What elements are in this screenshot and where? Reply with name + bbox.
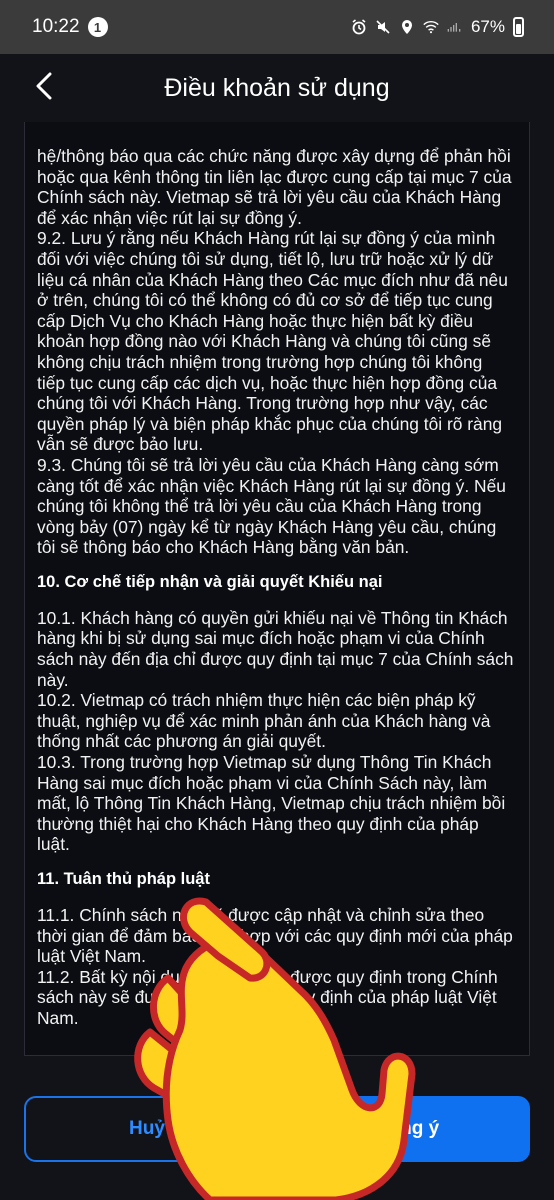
mute-icon [375,19,391,35]
chevron-left-icon [35,72,53,105]
terms-paragraph: 11.2. Bất kỳ nội dung nào không được quy… [37,966,498,1028]
terms-paragraph: 11.1. Chính sách này sẽ được cập nhật và… [37,905,513,967]
page-title: Điều khoản sử dụng [164,73,390,102]
battery-percent: 67% [470,17,505,36]
terms-paragraph: 10.1. Khách hàng có quyền gửi khiếu nại … [37,607,514,690]
header: Điều khoản sử dụng [0,54,554,122]
battery-icon [513,17,524,37]
terms-scroll-box[interactable]: hệ/thông báo qua các chức năng được xây … [24,122,530,1056]
alarm-icon [351,19,367,35]
cancel-button[interactable]: Huỷ [24,1096,270,1162]
status-time: 10:22 [32,16,80,37]
terms-paragraph: 9.2. Lưu ý rằng nếu Khách Hàng rút lại s… [37,228,508,455]
wifi-icon [423,19,439,35]
status-bar: 10:22 1 67% [0,0,554,54]
location-icon [399,19,415,35]
terms-paragraph: 10.2. Vietmap có trách nhiệm thực hiện c… [37,690,491,752]
terms-paragraph: 9.3. Chúng tôi sẽ trả lời yêu cầu của Kh… [37,454,506,558]
signal-icon [447,19,463,35]
status-icons: 67% [351,17,524,37]
section-heading-11: 11. Tuân thủ pháp luật [37,870,210,888]
agree-button[interactable]: Đồng ý [284,1096,530,1162]
terms-paragraph: hệ/thông báo qua các chức năng được xây … [37,146,512,228]
section-heading-10: 10. Cơ chế tiếp nhận và giải quyết Khiếu… [37,572,383,591]
bottom-action-bar: Huỷ Đồng ý [0,1080,554,1200]
terms-content-area[interactable]: hệ/thông báo qua các chức năng được xây … [0,122,554,1080]
back-button[interactable] [22,64,66,112]
terms-paragraph: 10.3. Trong trường hợp Vietmap sử dụng T… [37,752,506,855]
notification-count-badge: 1 [87,17,108,37]
